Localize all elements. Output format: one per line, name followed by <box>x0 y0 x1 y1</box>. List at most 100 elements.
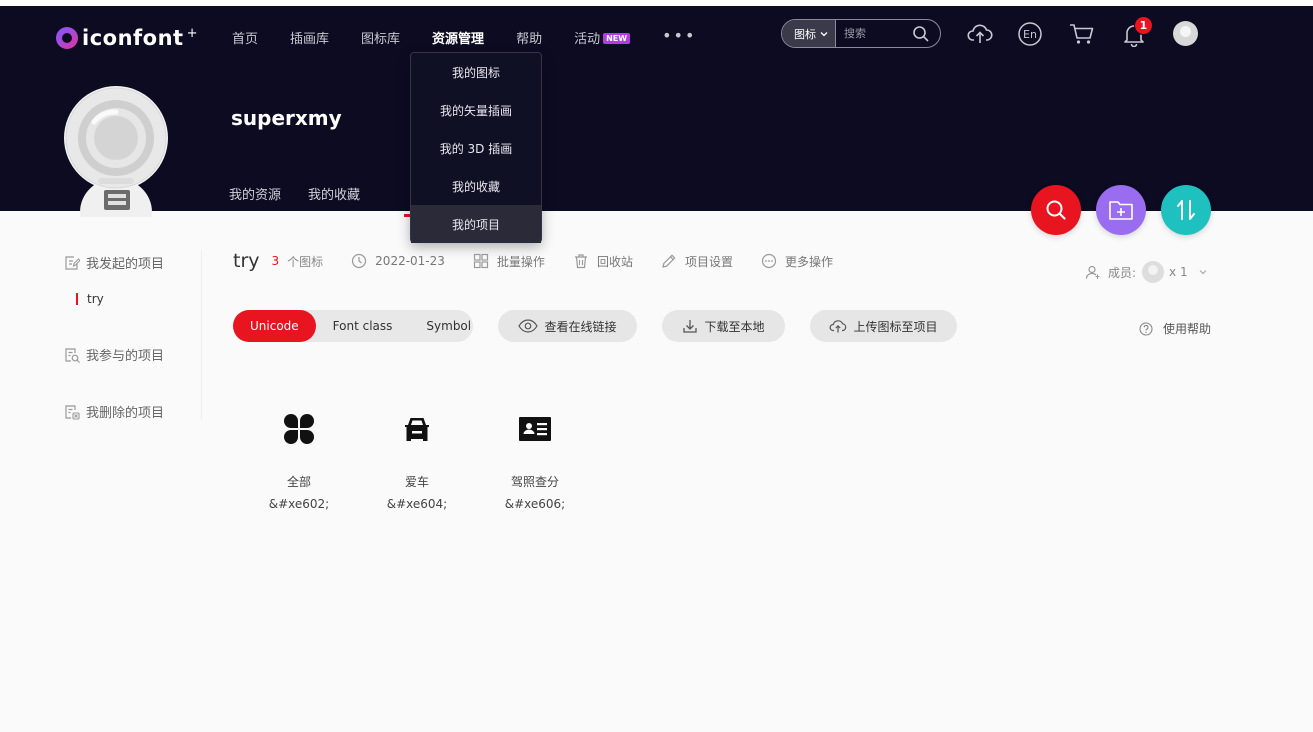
search-input[interactable] <box>844 27 906 40</box>
dropdown-my-projects[interactable]: 我的项目 <box>411 205 541 243</box>
download-local-label: 下载至本地 <box>704 319 765 334</box>
code-format-toggle: Unicode Font class Symbol <box>233 310 473 342</box>
logo-plus-icon: + <box>186 25 198 41</box>
cart-icon[interactable] <box>1069 21 1095 47</box>
download-icon <box>683 320 698 333</box>
main-nav: 首页 插画库 图标库 资源管理 帮助 活动 NEW ••• <box>232 26 696 47</box>
car-icon <box>367 405 467 453</box>
icon-code: &#xe606; <box>504 497 566 511</box>
edit-document-icon <box>65 255 80 270</box>
font-class-tab[interactable]: Font class <box>316 310 410 342</box>
symbol-tab[interactable]: Symbol <box>409 310 488 342</box>
id-card-icon <box>485 405 585 453</box>
search-icon <box>1046 200 1066 220</box>
view-online-link-label: 查看在线链接 <box>544 319 617 334</box>
members-icon <box>1085 265 1100 279</box>
project-settings-label: 项目设置 <box>684 254 733 269</box>
question-circle-icon <box>1139 321 1153 336</box>
logo-icon <box>56 27 78 49</box>
logo[interactable]: iconfont + <box>56 26 197 50</box>
new-folder-fab[interactable] <box>1096 185 1146 235</box>
tab-my-favorites[interactable]: 我的收藏 <box>308 184 360 203</box>
document-delete-icon <box>65 404 80 420</box>
upload-cloud-icon <box>830 320 847 333</box>
sidebar-project-try[interactable]: try <box>76 293 104 305</box>
sort-icon <box>1177 200 1195 220</box>
icon-code: &#xe604; <box>386 497 448 511</box>
profile-tabs: 我的资源 我的收藏 <box>229 184 387 203</box>
unicode-tab[interactable]: Unicode <box>233 310 316 342</box>
project-title: try <box>233 250 260 272</box>
tab-my-resources[interactable]: 我的资源 <box>229 184 281 203</box>
icon-card[interactable]: 驾照查分 &#xe606; <box>485 405 585 511</box>
project-header: try 3 个图标 2022-01-23 批量操作 回收站 项目设置 更多操作 <box>233 250 861 272</box>
icon-card[interactable]: 爱车 &#xe604; <box>367 405 467 511</box>
dropdown-my-icons[interactable]: 我的图标 <box>411 53 541 91</box>
more-icon[interactable]: ••• <box>662 26 696 45</box>
logo-text: iconfont <box>82 26 184 50</box>
language-icon[interactable]: En <box>1017 21 1043 47</box>
nav-help[interactable]: 帮助 <box>516 28 542 47</box>
project-date-text: 2022-01-23 <box>375 254 445 268</box>
eye-icon <box>518 319 539 333</box>
sidebar-joined-label: 我参与的项目 <box>86 349 165 364</box>
document-search-icon <box>65 347 80 363</box>
usage-help-link[interactable]: 使用帮助 <box>1139 320 1211 337</box>
new-badge: NEW <box>603 33 631 44</box>
more-operations-label: 更多操作 <box>784 254 833 269</box>
upload-icons-button[interactable]: 上传图标至项目 <box>810 310 957 342</box>
user-avatar[interactable] <box>1173 21 1198 46</box>
pencil-icon <box>662 254 676 268</box>
search-bar: 图标 <box>781 19 941 48</box>
folder-add-icon <box>1109 201 1133 220</box>
username: superxmy <box>231 106 342 130</box>
notification-badge: 1 <box>1134 16 1153 35</box>
sidebar-deleted-label: 我删除的项目 <box>86 406 165 421</box>
dropdown-my-3d-illustrations[interactable]: 我的 3D 插画 <box>411 129 541 167</box>
batch-operation-button[interactable]: 批量操作 <box>473 253 545 270</box>
icon-name: 爱车 <box>404 475 429 489</box>
members[interactable]: 成员: x 1 <box>1085 261 1208 283</box>
recycle-bin-button[interactable]: 回收站 <box>573 253 633 270</box>
grid-icon <box>473 253 489 269</box>
search-type-select[interactable]: 图标 <box>782 20 836 47</box>
clock-icon <box>352 253 367 269</box>
nav-resource-management[interactable]: 资源管理 <box>432 28 484 47</box>
view-online-link-button[interactable]: 查看在线链接 <box>498 310 637 342</box>
resource-dropdown-menu: 我的图标 我的矢量插画 我的 3D 插画 我的收藏 我的项目 <box>410 52 542 243</box>
icon-card[interactable]: 全部 &#xe602; <box>249 405 349 511</box>
profile-avatar[interactable] <box>64 86 168 217</box>
dropdown-my-vector-illustrations[interactable]: 我的矢量插画 <box>411 91 541 129</box>
project-date: 2022-01-23 <box>351 253 445 269</box>
sidebar-joined-projects[interactable]: 我参与的项目 <box>64 345 164 364</box>
project-settings-button[interactable]: 项目设置 <box>661 253 733 270</box>
dropdown-my-favorites[interactable]: 我的收藏 <box>411 167 541 205</box>
members-count: x 1 <box>1169 265 1188 279</box>
search-fab[interactable] <box>1031 185 1081 235</box>
upload-cloud-icon[interactable] <box>967 21 993 47</box>
icon-count: 3 <box>271 254 280 268</box>
search-type-label: 图标 <box>794 27 816 41</box>
download-local-button[interactable]: 下载至本地 <box>662 310 785 342</box>
members-label: 成员: <box>1108 265 1137 280</box>
nav-home[interactable]: 首页 <box>232 28 258 47</box>
sidebar-created-projects[interactable]: 我发起的项目 <box>64 253 164 272</box>
project-sidebar: 我发起的项目 try 我参与的项目 我删除的项目 <box>64 250 202 421</box>
nav-illustrations[interactable]: 插画库 <box>290 28 329 47</box>
recycle-bin-label: 回收站 <box>596 254 633 269</box>
header: iconfont + 首页 插画库 图标库 资源管理 帮助 活动 NEW ••• … <box>0 6 1313 217</box>
sidebar-deleted-projects[interactable]: 我删除的项目 <box>64 402 164 421</box>
trash-icon <box>574 254 587 269</box>
nav-icons[interactable]: 图标库 <box>361 28 400 47</box>
nav-activities-label: 活动 <box>574 32 601 47</box>
search-icon[interactable] <box>912 25 930 43</box>
icon-count-label: 个图标 <box>287 254 324 269</box>
member-avatar <box>1142 261 1165 283</box>
usage-help-label: 使用帮助 <box>1163 322 1212 336</box>
sidebar-created-label: 我发起的项目 <box>86 257 165 272</box>
upload-icons-label: 上传图标至项目 <box>853 319 938 334</box>
nav-activities[interactable]: 活动 NEW <box>574 28 631 47</box>
sort-fab[interactable] <box>1161 185 1211 235</box>
more-operations-button[interactable]: 更多操作 <box>761 253 833 270</box>
chevron-down-icon <box>820 31 828 36</box>
